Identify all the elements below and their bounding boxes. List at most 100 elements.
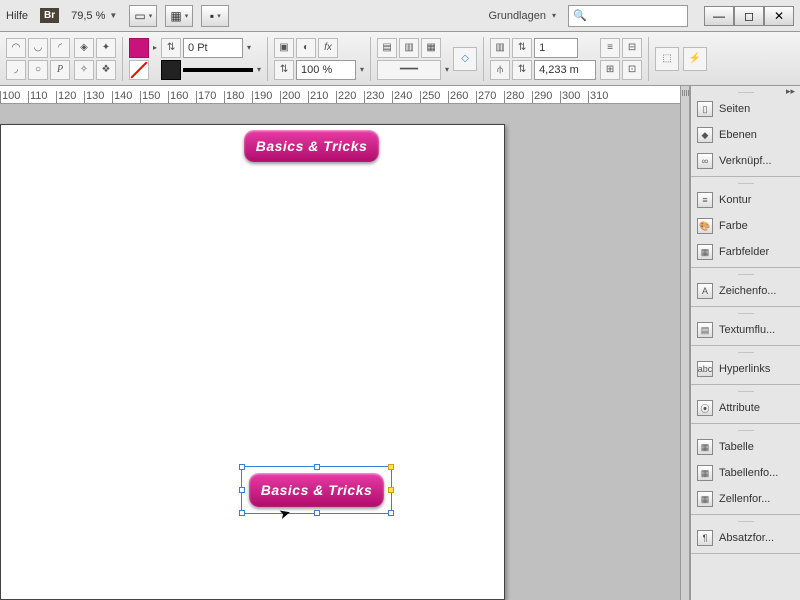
opacity-field[interactable]: 100 % <box>296 60 356 80</box>
effects-btn[interactable]: ◐ <box>296 38 316 58</box>
panel-item-kontur[interactable]: ≡Kontur <box>691 187 800 213</box>
panel-label: Tabellenfo... <box>719 467 778 479</box>
resize-handle[interactable] <box>239 464 245 470</box>
fill-swatch[interactable] <box>129 38 149 58</box>
panel-group: ⦿Attribute <box>691 385 800 424</box>
ruler-tick: 260 <box>448 91 476 103</box>
opacity-stepper[interactable]: ⇅ <box>274 60 294 80</box>
wrap-btn[interactable]: ▦ <box>421 38 441 58</box>
type-on-path-icon[interactable]: P <box>50 60 70 80</box>
panel-item-farbfelder[interactable]: ▦Farbfelder <box>691 239 800 265</box>
panel-item-zeichenfo[interactable]: AZeichenfo... <box>691 278 800 304</box>
col-stepper[interactable]: ⇅ <box>512 38 532 58</box>
panel-grip[interactable] <box>691 348 800 356</box>
quick-apply-button[interactable]: ⚡ <box>683 47 707 71</box>
arrange-docs-button[interactable]: ▦ <box>165 5 193 27</box>
view-options: ▭ ▦ ▪ <box>129 5 229 27</box>
align-btn[interactable]: ≡ <box>600 38 620 58</box>
pathfinder-btn[interactable]: ✦ <box>96 38 116 58</box>
panel-grip[interactable] <box>691 517 800 525</box>
panel-label: Zeichenfo... <box>719 285 776 297</box>
corner-btn[interactable]: ○ <box>28 60 48 80</box>
workspace-switcher[interactable]: Grundlagen▾ <box>488 10 556 22</box>
panel-grip[interactable] <box>691 387 800 395</box>
columns-icon[interactable]: ▥ <box>490 38 510 58</box>
panel-item-absatzfor[interactable]: ¶ Absatzfor... <box>691 525 800 551</box>
panel-item-verknpf[interactable]: ∞Verknüpf... <box>691 148 800 174</box>
corner-btn[interactable]: ◠ <box>6 38 26 58</box>
stroke-stepper[interactable]: ⇅ <box>161 38 181 58</box>
stroke-swatch[interactable] <box>161 60 181 80</box>
panel-collapse-bar[interactable] <box>680 86 690 600</box>
panel-label: Absatzfor... <box>719 532 774 544</box>
panel-label: Verknüpf... <box>719 155 772 167</box>
wrap-btn[interactable]: ▥ <box>399 38 419 58</box>
panel-grip[interactable] <box>691 426 800 434</box>
panel-item-seiten[interactable]: ▯Seiten <box>691 96 800 122</box>
panel-grip[interactable] <box>691 179 800 187</box>
panel-item-zellenfor[interactable]: ▦Zellenfor... <box>691 486 800 512</box>
resize-handle[interactable] <box>239 487 245 493</box>
panel-item-farbe[interactable]: 🎨Farbe <box>691 213 800 239</box>
button-object-top[interactable]: Basics & Tricks <box>244 130 379 162</box>
bridge-badge[interactable]: Br <box>40 8 59 23</box>
resize-handle[interactable] <box>388 464 394 470</box>
panel-icon: ▦ <box>697 465 713 481</box>
ruler-tick: 250 <box>420 91 448 103</box>
gutter-field[interactable]: 4,233 m <box>534 60 596 80</box>
resize-handle[interactable] <box>239 510 245 516</box>
effects-btn[interactable]: ▣ <box>274 38 294 58</box>
panel-grip[interactable] <box>691 309 800 317</box>
resize-handle[interactable] <box>388 510 394 516</box>
panel-item-tabellenfo[interactable]: ▦ Tabellenfo... <box>691 460 800 486</box>
stroke-weight-field[interactable]: 0 Pt <box>183 38 243 58</box>
stroke-style[interactable] <box>183 68 253 72</box>
panel-item-textumflu[interactable]: ▤Textumflu... <box>691 317 800 343</box>
fill-dropdown-icon[interactable]: ▸ <box>153 43 157 52</box>
panel-item-ebenen[interactable]: ◆Ebenen <box>691 122 800 148</box>
display-perf-button[interactable]: ▪ <box>201 5 229 27</box>
pathfinder-btn[interactable]: ✧ <box>74 60 94 80</box>
gutter-stepper[interactable]: ⇅ <box>512 60 532 80</box>
selection-bounding-box[interactable] <box>241 466 392 514</box>
wrap-btn[interactable]: ━━━ <box>377 60 441 80</box>
panel-grip[interactable] <box>691 270 800 278</box>
gutter-icon[interactable]: ⫛ <box>490 60 510 80</box>
search-input[interactable]: 🔍 <box>568 5 688 27</box>
fit-frame-button[interactable]: ◇ <box>453 47 477 71</box>
no-fill-swatch[interactable] <box>129 60 149 80</box>
panel-item-hyperlinks[interactable]: abcHyperlinks <box>691 356 800 382</box>
pathfinder-btn[interactable]: ◈ <box>74 38 94 58</box>
align-btn[interactable]: ⊟ <box>622 38 642 58</box>
anchor-btn[interactable]: ⬚ <box>655 47 679 71</box>
wrap-btn[interactable]: ▤ <box>377 38 397 58</box>
ruler-tick: 150 <box>140 91 168 103</box>
panel-item-tabelle[interactable]: ▦Tabelle <box>691 434 800 460</box>
screen-mode-button[interactable]: ▭ <box>129 5 157 27</box>
expand-panels-icon[interactable]: ▸▸ <box>786 86 798 98</box>
panel-icon: 🎨 <box>697 218 713 234</box>
fx-button[interactable]: fx <box>318 38 338 58</box>
maximize-button[interactable]: ◻ <box>734 6 764 26</box>
column-count-field[interactable]: 1 <box>534 38 578 58</box>
pathfinder-btn[interactable]: ❖ <box>96 60 116 80</box>
corner-btn[interactable]: ◜ <box>50 38 70 58</box>
menubar: Hilfe Br 79,5 %▼ ▭ ▦ ▪ Grundlagen▾ 🔍 — ◻… <box>0 0 800 32</box>
resize-handle[interactable] <box>314 464 320 470</box>
corner-btn[interactable]: ◞ <box>6 60 26 80</box>
panel-icon: ¶ <box>697 530 713 546</box>
page[interactable]: Basics & Tricks Basics & Tricks ➤ <box>0 124 505 600</box>
close-button[interactable]: ✕ <box>764 6 794 26</box>
corner-btn[interactable]: ◡ <box>28 38 48 58</box>
align-btn[interactable]: ⊡ <box>622 60 642 80</box>
zoom-level[interactable]: 79,5 %▼ <box>71 10 117 22</box>
panel-item-attribute[interactable]: ⦿Attribute <box>691 395 800 421</box>
ruler-tick: 230 <box>364 91 392 103</box>
minimize-button[interactable]: — <box>704 6 734 26</box>
resize-handle[interactable] <box>388 487 394 493</box>
panel-grip[interactable] <box>691 88 800 96</box>
align-btn[interactable]: ⊞ <box>600 60 620 80</box>
help-menu[interactable]: Hilfe <box>6 10 28 22</box>
panel-label: Hyperlinks <box>719 363 770 375</box>
resize-handle[interactable] <box>314 510 320 516</box>
